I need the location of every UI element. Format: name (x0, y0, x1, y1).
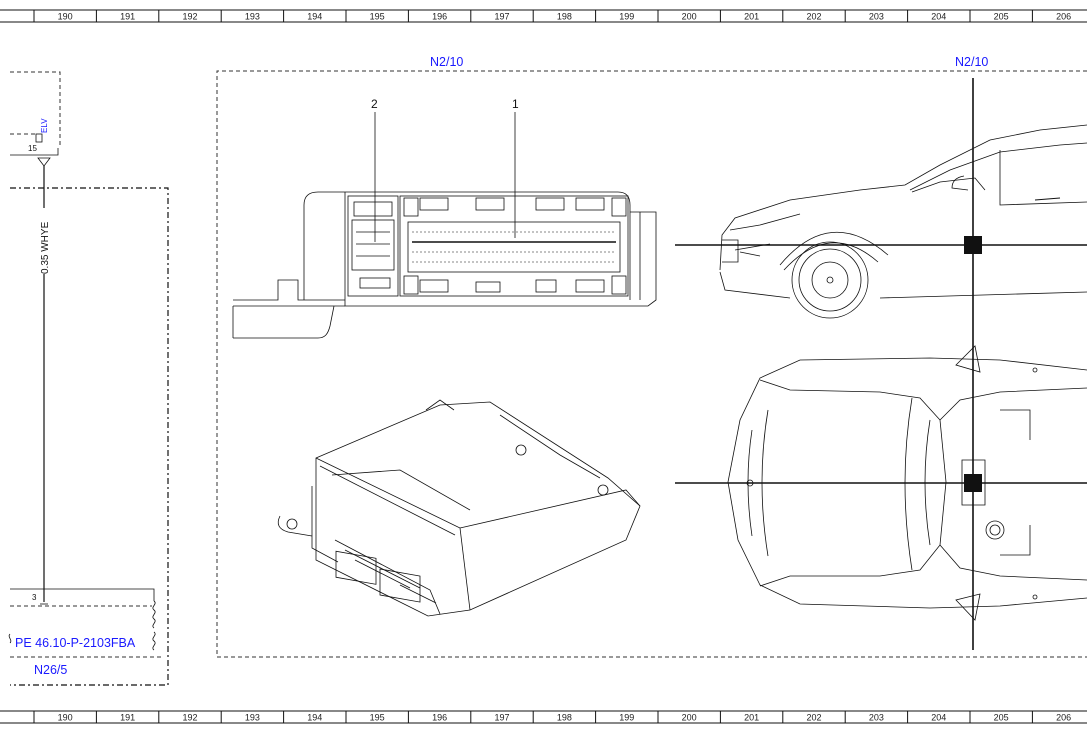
component-id-right[interactable]: N2/10 (955, 55, 988, 69)
vehicle-side-view (719, 124, 1087, 319)
control-unit-isometric-view (277, 399, 641, 617)
top-ruler-column-label: 200 (682, 12, 697, 22)
top-ruler-column-label: 197 (494, 12, 509, 22)
top-ruler-column-label: 203 (869, 12, 884, 22)
control-unit-connector-view (232, 191, 657, 339)
top-ruler-column-label: 192 (182, 12, 197, 22)
bottom-ruler-column-label: 196 (432, 713, 447, 723)
top-ruler-column-label: 202 (806, 12, 821, 22)
top-ruler-column-label: 196 (432, 12, 447, 22)
top-ruler-column-label: 206 (1056, 12, 1071, 22)
top-ruler-column-label: 193 (245, 12, 260, 22)
bottom-ruler-column-label: 194 (307, 713, 322, 723)
bottom-ruler-column-label: 199 (619, 713, 634, 723)
pin-15-label: 15 (28, 144, 37, 153)
top-ruler-column-label: 201 (744, 12, 759, 22)
bottom-ruler-column-label: 193 (245, 713, 260, 723)
top-ruler-column-label: 205 (994, 12, 1009, 22)
bottom-ruler-column-label: 197 (494, 713, 509, 723)
top-ruler-column-label: 195 (370, 12, 385, 22)
bottom-ruler-column-label: 201 (744, 713, 759, 723)
location-marker-top (964, 474, 982, 492)
top-ruler-column-label: 191 (120, 12, 135, 22)
top-ruler-column-label: 194 (307, 12, 322, 22)
top-ruler-column-label: 199 (619, 12, 634, 22)
bottom-ruler-column-label: 206 (1056, 713, 1071, 723)
reference-page-link[interactable]: PE 46.10-P-2103FBA (15, 636, 136, 650)
bottom-ruler-column-label: 198 (557, 713, 572, 723)
bottom-ruler-column-label: 190 (58, 713, 73, 723)
top-column-ruler: 190 191 192 193 194 195 196 197 198 199 200 201 202 2… (0, 9, 1087, 23)
bottom-ruler-column-label: 195 (370, 713, 385, 723)
circuit-elv-label: ELV (40, 118, 49, 133)
reference-component-label[interactable]: N26/5 (34, 663, 67, 677)
callout-1-label: 1 (512, 97, 519, 111)
top-ruler-column-label: 190 (58, 12, 73, 22)
top-ruler-column-label: 204 (931, 12, 946, 22)
callout-2-label: 2 (371, 97, 378, 111)
bottom-ruler-column-label: 205 (994, 713, 1009, 723)
bottom-ruler-column-label: 200 (682, 713, 697, 723)
pin-3-label: 3 (32, 593, 37, 602)
wire-label: 0.35 WHYE (40, 221, 51, 274)
bottom-ruler-column-label: 191 (120, 713, 135, 723)
bottom-ruler-column-label: 202 (806, 713, 821, 723)
bottom-column-ruler: 190 191 192 193 194 195 196 197 198 199 200 201 202 2… (0, 710, 1087, 724)
top-ruler-column-label: 198 (557, 12, 572, 22)
wiring-diagram-canvas: 190 191 192 193 194 195 196 197 198 199 200 201 202 2… (0, 0, 1087, 735)
location-marker-side (964, 236, 982, 254)
bottom-ruler-column-label: 204 (931, 713, 946, 723)
component-frame: N2/10 N2/10 (216, 55, 1087, 658)
location-crosshairs (675, 78, 1087, 650)
left-wiring-section: ELV 15 0.35 WHYE 3 PE 46.10-P-2103FBA N2… (8, 71, 169, 686)
component-id-left[interactable]: N2/10 (430, 55, 463, 69)
bottom-ruler-column-label: 192 (182, 713, 197, 723)
bottom-ruler-column-label: 203 (869, 713, 884, 723)
